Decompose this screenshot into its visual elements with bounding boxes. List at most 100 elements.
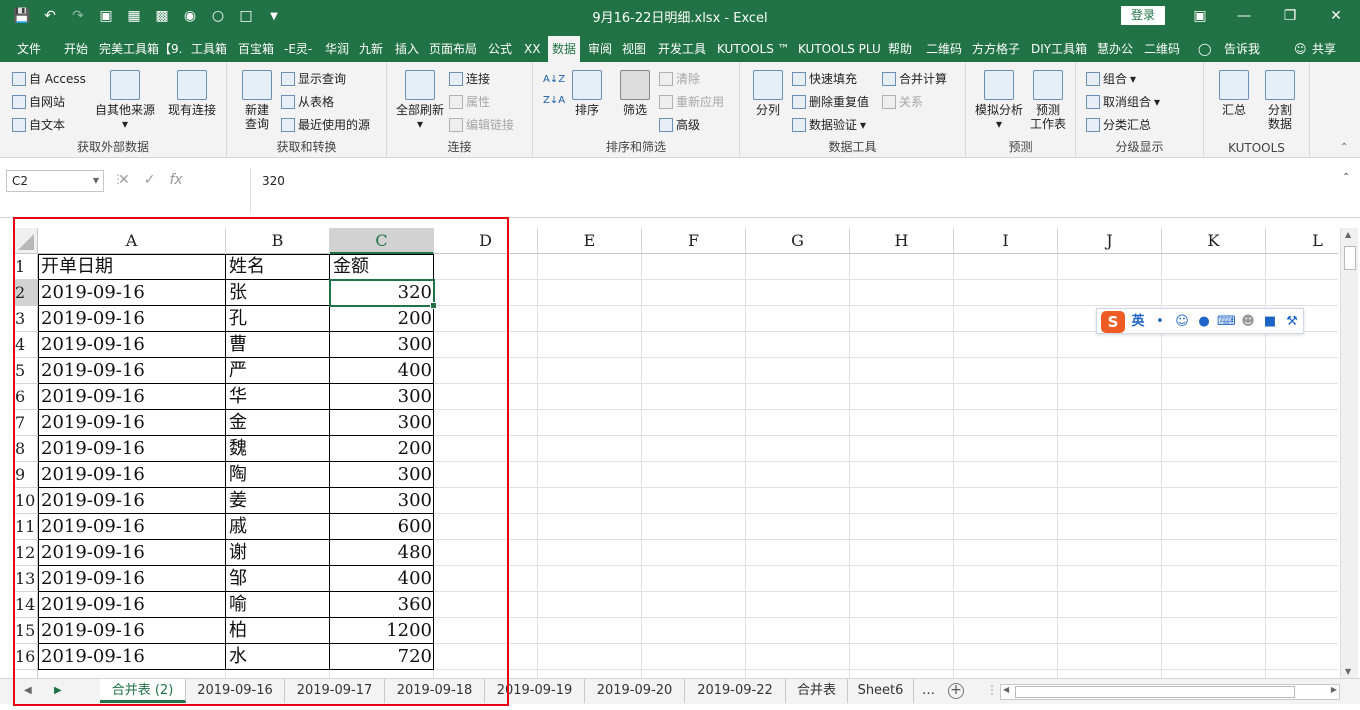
grid-cell[interactable] bbox=[1058, 254, 1162, 280]
expand-formula-bar-icon[interactable]: ⌃ bbox=[1342, 172, 1350, 183]
sort-ascending-icon[interactable]: A↓Z bbox=[543, 74, 565, 85]
grid-cell[interactable] bbox=[954, 670, 1058, 678]
clear-filter-button[interactable]: 清除 bbox=[659, 70, 700, 87]
grid-cell[interactable] bbox=[1266, 436, 1338, 462]
grid-cell[interactable] bbox=[954, 514, 1058, 540]
grid-cell[interactable] bbox=[1162, 358, 1266, 384]
sogou-logo-icon[interactable]: S bbox=[1101, 311, 1125, 333]
tab-developer[interactable]: 开发工具 bbox=[658, 36, 706, 62]
from-text-button[interactable]: 自文本 bbox=[12, 116, 65, 133]
existing-connections-button[interactable]: 现有连接 bbox=[164, 70, 220, 117]
scroll-up-icon[interactable]: ▲ bbox=[1345, 230, 1351, 239]
grid-cell[interactable] bbox=[1058, 618, 1162, 644]
grid-cell[interactable] bbox=[642, 358, 746, 384]
grid-cell[interactable] bbox=[1266, 566, 1338, 592]
grid-cell[interactable] bbox=[642, 280, 746, 306]
column-header[interactable]: J bbox=[1058, 228, 1162, 254]
grid-cell[interactable] bbox=[1058, 488, 1162, 514]
text-to-columns-button[interactable]: 分列 bbox=[750, 70, 786, 117]
vertical-scroll-thumb[interactable] bbox=[1344, 246, 1356, 270]
row-header[interactable]: 9 bbox=[14, 462, 38, 488]
row-header[interactable] bbox=[14, 670, 38, 678]
grid-cell[interactable] bbox=[434, 254, 538, 280]
grid-cell[interactable] bbox=[1266, 254, 1338, 280]
grid-cell[interactable] bbox=[1162, 566, 1266, 592]
sheet-tab[interactable]: 2019-09-16 bbox=[186, 679, 285, 703]
grid-cell[interactable] bbox=[38, 670, 226, 678]
summary-button[interactable]: 汇总 bbox=[1216, 70, 1252, 117]
grid-cell[interactable] bbox=[642, 618, 746, 644]
grid-cell[interactable] bbox=[642, 592, 746, 618]
horizontal-scrollbar[interactable]: ◀ ▶ bbox=[1000, 684, 1340, 700]
row-header[interactable]: 12 bbox=[14, 540, 38, 566]
recent-sources-button[interactable]: 最近使用的源 bbox=[281, 116, 370, 133]
grid-cell[interactable] bbox=[1162, 514, 1266, 540]
more-sheets-icon[interactable]: … bbox=[922, 679, 935, 703]
column-header[interactable]: D bbox=[434, 228, 538, 254]
split-data-button[interactable]: 分割 数据 bbox=[1258, 70, 1302, 131]
row-header[interactable]: 16 bbox=[14, 644, 38, 670]
tab-perfect-toolbox[interactable]: 完美工具箱【9. bbox=[99, 36, 182, 62]
column-header[interactable]: B bbox=[226, 228, 330, 254]
punctuation-icon[interactable]: • bbox=[1151, 312, 1169, 332]
grid-cell[interactable] bbox=[434, 514, 538, 540]
grid-cell[interactable] bbox=[850, 410, 954, 436]
grid-cell[interactable] bbox=[1266, 644, 1338, 670]
grid-cell[interactable] bbox=[538, 358, 642, 384]
formula-input[interactable]: 320 bbox=[262, 174, 285, 188]
grid-cell[interactable] bbox=[954, 384, 1058, 410]
grid-cell[interactable] bbox=[850, 514, 954, 540]
grid-cell[interactable] bbox=[1058, 280, 1162, 306]
tell-me[interactable]: 告诉我 bbox=[1224, 36, 1260, 62]
remove-duplicates-button[interactable]: 删除重复值 bbox=[792, 93, 869, 110]
grid-cell[interactable] bbox=[850, 488, 954, 514]
name-box-dropdown-icon[interactable]: ▼ bbox=[93, 171, 99, 191]
customize-qat-icon[interactable]: ▼ bbox=[262, 4, 286, 28]
grid-cell[interactable] bbox=[538, 436, 642, 462]
column-header[interactable]: K bbox=[1162, 228, 1266, 254]
filter-button[interactable]: 筛选 bbox=[615, 70, 655, 117]
grid-cell[interactable] bbox=[1162, 332, 1266, 358]
sheet-tab[interactable]: 2019-09-19 bbox=[485, 679, 585, 703]
grid-cell[interactable] bbox=[954, 254, 1058, 280]
grid-cell[interactable] bbox=[1058, 644, 1162, 670]
grid-cell[interactable] bbox=[1162, 410, 1266, 436]
keyboard-icon[interactable]: ⌨ bbox=[1217, 312, 1236, 332]
grid-cell[interactable] bbox=[850, 254, 954, 280]
grid-cell[interactable] bbox=[954, 436, 1058, 462]
grid-cell[interactable] bbox=[1058, 410, 1162, 436]
grid-cell[interactable] bbox=[1266, 332, 1338, 358]
subtotal-button[interactable]: 分类汇总 bbox=[1086, 116, 1151, 133]
grid-cell[interactable] bbox=[954, 306, 1058, 332]
grid-cell[interactable] bbox=[746, 280, 850, 306]
emoji-icon[interactable]: ☺ bbox=[1173, 312, 1191, 332]
microphone-icon[interactable]: ● bbox=[1195, 312, 1213, 332]
sheet-next-icon[interactable]: ▶ bbox=[54, 679, 62, 703]
worksheet-grid[interactable]: A B C D E F G H I J K L 1 开单日期 姓名 金额 2 2019-09-16 张 320 3 201… bbox=[14, 228, 1338, 678]
grid-cell[interactable] bbox=[1058, 540, 1162, 566]
row-header[interactable]: 6 bbox=[14, 384, 38, 410]
tab-file[interactable]: 文件 bbox=[17, 36, 41, 62]
grid-cell[interactable] bbox=[1058, 332, 1162, 358]
relationships-button[interactable]: 关系 bbox=[882, 93, 923, 110]
grid-cell[interactable] bbox=[746, 670, 850, 678]
sort-descending-icon[interactable]: Z↓A bbox=[543, 95, 565, 106]
what-if-button[interactable]: 模拟分析 ▾ bbox=[972, 70, 1026, 131]
grid-cell[interactable] bbox=[850, 644, 954, 670]
grid-cell[interactable] bbox=[746, 358, 850, 384]
grid-cell[interactable] bbox=[434, 566, 538, 592]
save-icon[interactable]: 💾 bbox=[10, 4, 34, 28]
collapse-ribbon-icon[interactable]: ⌃ bbox=[1340, 142, 1348, 153]
grid-cell[interactable] bbox=[642, 436, 746, 462]
grid-cell[interactable] bbox=[642, 254, 746, 280]
tab-review[interactable]: 审阅 bbox=[588, 36, 612, 62]
grid-cell[interactable] bbox=[1266, 540, 1338, 566]
from-other-sources-button[interactable]: 自其他来源 ▾ bbox=[94, 70, 156, 131]
grid-cell[interactable] bbox=[642, 540, 746, 566]
grid-cell[interactable] bbox=[850, 436, 954, 462]
grid-cell[interactable] bbox=[538, 384, 642, 410]
grid-cell[interactable] bbox=[434, 488, 538, 514]
skin-icon[interactable]: ■ bbox=[1261, 312, 1279, 332]
user-avatar-icon[interactable]: ☻ bbox=[1239, 312, 1257, 332]
image-icon[interactable]: ▦ bbox=[122, 4, 146, 28]
